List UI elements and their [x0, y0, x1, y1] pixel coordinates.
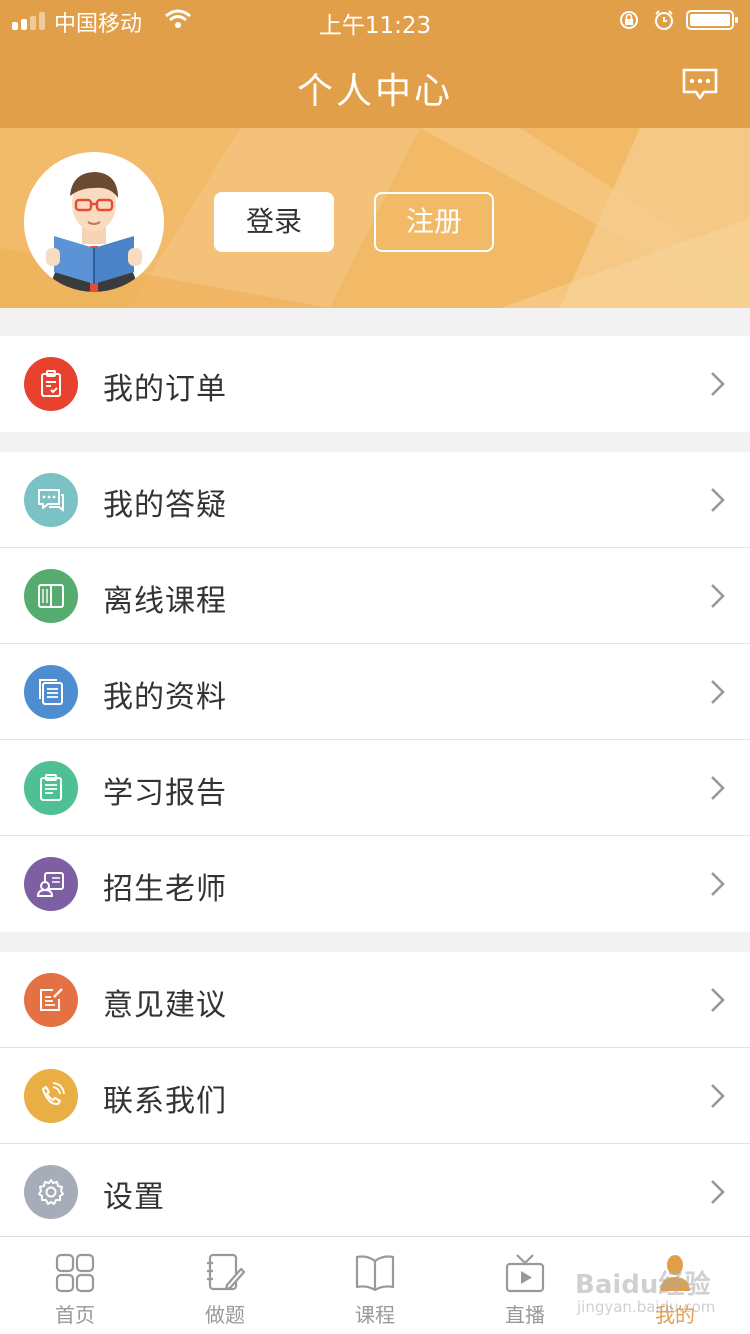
message-icon[interactable]: [680, 64, 720, 104]
menu-item-label: 学习报告: [103, 776, 227, 811]
menu-item-settings[interactable]: 设置: [0, 1144, 750, 1240]
menu-item-label: 联系我们: [103, 1084, 227, 1119]
page-title: 个人中心: [296, 71, 453, 112]
battery-icon: [686, 10, 738, 30]
chevron-right-icon: [711, 680, 725, 704]
tab-label: 做题: [205, 1303, 245, 1327]
tab-live[interactable]: 直播: [450, 1237, 600, 1334]
report-icon: [24, 761, 78, 815]
menu-item-label: 设置: [103, 1180, 165, 1215]
gear-icon: [24, 1165, 78, 1219]
tab-mine[interactable]: 我的: [600, 1237, 750, 1334]
status-bar: 中国移动 上午11:23: [0, 0, 750, 42]
tab-label: 课程: [355, 1303, 395, 1327]
tab-bar: 首页 做题 课程 直播 我的: [0, 1236, 750, 1334]
menu-item-label: 我的资料: [103, 680, 227, 715]
clipboard-icon: [24, 357, 78, 411]
open-book-icon: [355, 1255, 395, 1292]
home-grid-icon: [55, 1253, 95, 1293]
chevron-right-icon: [711, 1180, 725, 1204]
menu-item-label: 离线课程: [103, 584, 227, 619]
register-button[interactable]: 注册: [374, 192, 494, 252]
notebook-pen-icon: [207, 1253, 245, 1291]
menu-item-label: 我的答疑: [103, 488, 227, 523]
tab-home[interactable]: 首页: [0, 1237, 150, 1334]
profile-banner: 登录 注册: [0, 128, 750, 308]
chevron-right-icon: [711, 872, 725, 896]
nav-header: 个人中心: [0, 42, 750, 128]
chat-icon: [24, 473, 78, 527]
documents-icon: [24, 665, 78, 719]
menu-item-qa[interactable]: 我的答疑: [0, 452, 750, 548]
menu-item-materials[interactable]: 我的资料: [0, 644, 750, 740]
alarm-icon: [655, 10, 673, 30]
chevron-right-icon: [711, 488, 725, 512]
tab-label: 首页: [55, 1303, 95, 1327]
feedback-icon: [24, 973, 78, 1027]
menu-item-study-report[interactable]: 学习报告: [0, 740, 750, 836]
menu-item-feedback[interactable]: 意见建议: [0, 952, 750, 1048]
chevron-right-icon: [711, 776, 725, 800]
tab-label: 我的: [655, 1303, 695, 1327]
menu-item-label: 招生老师: [103, 872, 227, 907]
chevron-right-icon: [711, 584, 725, 608]
menu-item-label: 意见建议: [103, 988, 227, 1023]
chevron-right-icon: [711, 372, 725, 396]
menu-item-label: 我的订单: [103, 372, 227, 407]
tv-play-icon: [505, 1254, 545, 1293]
menu-item-offline-courses[interactable]: 离线课程: [0, 548, 750, 644]
login-button[interactable]: 登录: [214, 192, 334, 252]
menu-list: 我的订单 我的答疑 离线课程 我的资料 学习报告 招生老师 意见建议 联系我们 …: [0, 336, 750, 1240]
menu-item-orders[interactable]: 我的订单: [0, 336, 750, 432]
tab-courses[interactable]: 课程: [300, 1237, 450, 1334]
tab-practice[interactable]: 做题: [150, 1237, 300, 1334]
book-icon: [24, 569, 78, 623]
chevron-right-icon: [711, 988, 725, 1012]
teacher-icon: [24, 857, 78, 911]
tab-label: 直播: [505, 1303, 545, 1327]
rotation-lock-icon: [620, 11, 638, 29]
person-icon: [660, 1255, 690, 1291]
chevron-right-icon: [711, 1084, 725, 1108]
phone-icon: [24, 1069, 78, 1123]
menu-item-admission-teacher[interactable]: 招生老师: [0, 836, 750, 932]
avatar[interactable]: [24, 152, 164, 292]
reader-avatar-icon: [24, 152, 164, 292]
menu-item-contact-us[interactable]: 联系我们: [0, 1048, 750, 1144]
